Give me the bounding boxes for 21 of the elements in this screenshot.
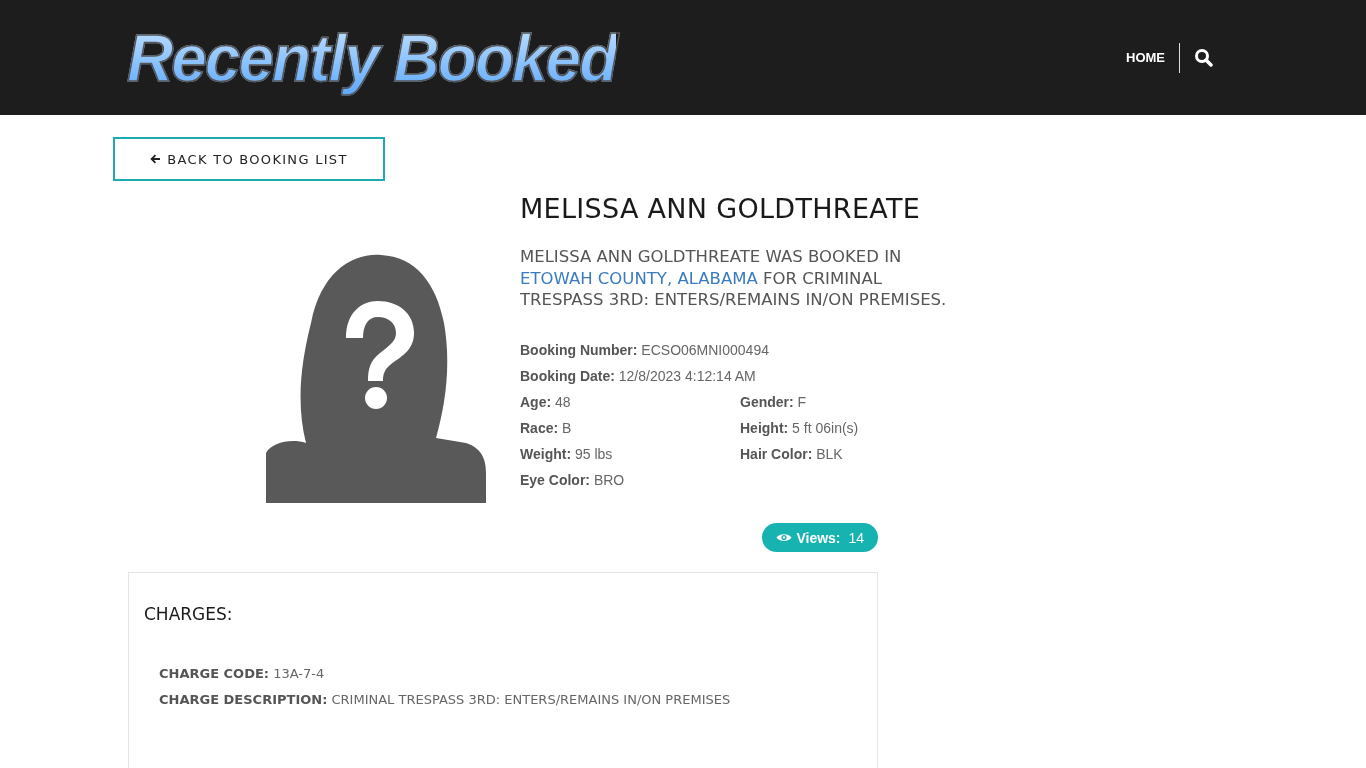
booking-summary: MELISSA ANN GOLDTHREATE WAS BOOKED IN ETOWAH COUNTY, ALABAMA FOR CRIMINAL TRESPASS 3RD: ENTERS/REMAINS IN/ON PREMISES. <box>520 246 948 311</box>
charge-field: CHARGE CODE: 13A-7-4 <box>159 666 862 692</box>
detail-field: Hair Color: BLK <box>740 445 960 462</box>
person-name: MELISSA ANN GOLDTHREATE <box>520 193 922 224</box>
charge-field: CHARGE DESCRIPTION: CRIMINAL TRESPASS 3RD: ENTERS/REMAINS IN/ON PREMISES <box>159 692 862 718</box>
detail-field: Gender: F <box>740 393 960 410</box>
county-link[interactable]: ETOWAH COUNTY, ALABAMA <box>520 268 758 288</box>
nav-link[interactable]: HOME <box>1126 50 1165 65</box>
arrow-left-icon <box>150 154 162 164</box>
detail-field: Age: 48 <box>520 393 740 410</box>
detail-field: Booking Number: ECSO06MNI000494 <box>520 341 769 358</box>
eye-icon <box>776 532 793 543</box>
charges-heading: CHARGES: <box>144 604 234 624</box>
detail-field: Booking Date: 12/8/2023 4:12:14 AM <box>520 367 756 384</box>
views-badge: Views: 14 <box>762 523 878 552</box>
detail-field: Height: 5 ft 06in(s) <box>740 419 960 436</box>
detail-field: Eye Color: BRO <box>520 471 625 488</box>
detail-field: Weight: 95 lbs <box>520 445 740 462</box>
back-button[interactable]: BACK TO BOOKING LIST <box>113 137 385 181</box>
detail-field: Race: B <box>520 419 740 436</box>
search-icon[interactable] <box>1194 48 1213 67</box>
